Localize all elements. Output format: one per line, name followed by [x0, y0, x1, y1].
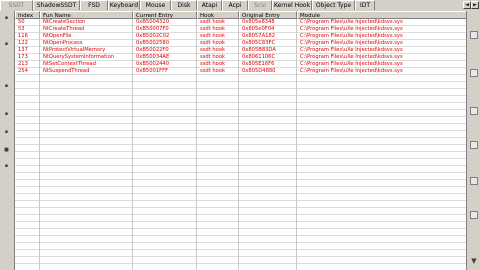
- toolbar-button[interactable]: [470, 177, 478, 185]
- right-toolbar: ▼: [466, 11, 480, 270]
- grid-line: [196, 19, 197, 270]
- grid-line: [15, 228, 467, 229]
- grid-line: [15, 130, 467, 131]
- grid-line: [15, 32, 467, 33]
- grid-line: [15, 158, 467, 159]
- grid-line: [15, 46, 467, 47]
- toolbar-icon[interactable]: ▪: [3, 111, 10, 117]
- grid-line: [15, 256, 467, 257]
- grid-line: [39, 19, 40, 270]
- tab-kernel-hook[interactable]: Kernel Hook: [272, 0, 312, 10]
- grid-line: [15, 25, 467, 26]
- tab-atapi[interactable]: Atapi: [197, 0, 222, 10]
- grid-line: [15, 123, 467, 124]
- tab-scroll-right-button[interactable]: ►: [471, 1, 479, 9]
- grid-line: [15, 242, 467, 243]
- tab-fsd[interactable]: FSD: [80, 0, 108, 10]
- folder-icon[interactable]: ■: [3, 147, 10, 153]
- toolbar-icon[interactable]: ▪: [3, 129, 10, 135]
- grid-line: [132, 19, 133, 270]
- toolbar-icon[interactable]: ▪: [3, 15, 10, 21]
- grid-line: [15, 116, 467, 117]
- grid-line: [15, 151, 467, 152]
- list-body: 50 NtCreateSection 0xB5004320 ssdt hook 0x80…: [15, 19, 467, 270]
- toolbar-button[interactable]: [470, 211, 478, 219]
- ssdt-list: Index Fun Name Current Entry Hook Original E…: [14, 11, 467, 270]
- tab-acpi[interactable]: Acpi: [222, 0, 248, 10]
- tab-scsi[interactable]: Scsi: [248, 0, 272, 10]
- grid-line: [15, 74, 467, 75]
- grid-line: [15, 95, 467, 96]
- tab-keyboard[interactable]: Keyboard: [108, 0, 140, 10]
- grid-line: [15, 81, 467, 82]
- toolbar-button[interactable]: [470, 107, 478, 115]
- list-header: Index Fun Name Current Entry Hook Original E…: [15, 11, 467, 19]
- grid-line: [15, 193, 467, 194]
- tab-mouse[interactable]: Mouse: [140, 0, 171, 10]
- tab-shadowssdt[interactable]: ShadowSSDT: [33, 0, 80, 10]
- toolbar-button[interactable]: [470, 31, 478, 39]
- app-window: SSDT ShadowSSDT FSD Keyboard Mouse Disk Atapi A…: [0, 0, 480, 270]
- grid-line: [15, 53, 467, 54]
- column-header[interactable]: Hook: [197, 11, 239, 19]
- column-header[interactable]: Fun Name: [40, 11, 133, 19]
- grid-line: [15, 207, 467, 208]
- toolbar-icon[interactable]: ▪: [3, 163, 10, 169]
- grid-line: [15, 186, 467, 187]
- column-header[interactable]: Index: [15, 11, 40, 19]
- tab-scroll-left-button[interactable]: ◄: [463, 1, 471, 9]
- toolbar-button[interactable]: [470, 69, 478, 77]
- grid-line: [15, 249, 467, 250]
- grid-line: [296, 19, 297, 270]
- tab-disk[interactable]: Disk: [171, 0, 197, 10]
- toolbar-icon[interactable]: ▪: [3, 83, 10, 89]
- grid-line: [15, 60, 467, 61]
- tab-idt[interactable]: IDT: [355, 0, 375, 10]
- grid-line: [15, 172, 467, 173]
- grid-line: [15, 137, 467, 138]
- scroll-down-arrow-icon[interactable]: ▼: [469, 256, 479, 266]
- grid-line: [15, 200, 467, 201]
- grid-line: [15, 235, 467, 236]
- grid-line: [15, 263, 467, 264]
- grid-line: [15, 221, 467, 222]
- grid-line: [15, 102, 467, 103]
- grid-line: [15, 109, 467, 110]
- column-header[interactable]: Module: [297, 11, 467, 19]
- grid-line: [15, 214, 467, 215]
- toolbar-button[interactable]: [470, 141, 478, 149]
- tab-scroll-arrows: ◄ ►: [463, 0, 480, 10]
- grid-line: [15, 39, 467, 40]
- grid-line: [15, 144, 467, 145]
- grid-line: [238, 19, 239, 270]
- left-toolbar: ▪ ▪ ▪ ▪ ▪ ■ ▪: [0, 11, 15, 270]
- grid-line: [15, 165, 467, 166]
- grid-line: [15, 67, 467, 68]
- toolbar-icon[interactable]: ▪: [3, 41, 10, 47]
- column-header[interactable]: Current Entry: [133, 11, 197, 19]
- column-header[interactable]: Original Entry: [239, 11, 297, 19]
- tab-object-type[interactable]: Object Type: [312, 0, 355, 10]
- grid-line: [15, 88, 467, 89]
- grid-line: [15, 179, 467, 180]
- tab-ssdt[interactable]: SSDT: [0, 0, 33, 11]
